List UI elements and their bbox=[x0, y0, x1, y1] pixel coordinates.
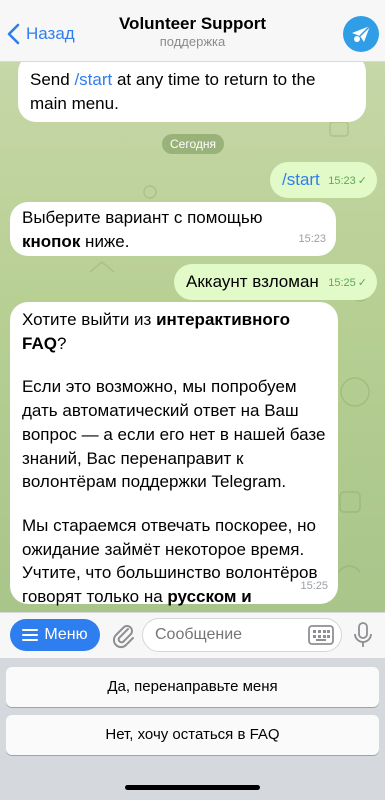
menu-lines-icon bbox=[22, 629, 39, 641]
message-paragraph: Мы стараемся отвечать поскорее, но ожида… bbox=[22, 514, 326, 612]
message-bold-text: кнопок bbox=[22, 232, 81, 251]
message-outgoing[interactable]: /start 15:23 ✓ bbox=[270, 162, 377, 198]
keyboard-button-redirect[interactable]: Да, перенаправьте меня bbox=[6, 667, 379, 707]
microphone-icon[interactable] bbox=[353, 621, 373, 649]
back-button[interactable]: Назад bbox=[6, 20, 75, 48]
command-link[interactable]: /start bbox=[74, 70, 112, 89]
message-time: 15:25 ✓ bbox=[328, 277, 367, 289]
message-time: 15:23 bbox=[298, 233, 326, 245]
message-time: 15:23 ✓ bbox=[328, 175, 367, 187]
message-text: /start bbox=[282, 170, 320, 189]
message-text: Send bbox=[30, 70, 75, 89]
double-check-icon: ✓ bbox=[357, 277, 367, 289]
chevron-left-icon bbox=[7, 23, 20, 45]
composer: Меню bbox=[0, 612, 385, 658]
back-label: Назад bbox=[26, 24, 75, 43]
message-incoming[interactable]: Выберите вариант с помощью кнопок ниже. … bbox=[10, 202, 336, 256]
paperclip-icon[interactable] bbox=[110, 621, 136, 649]
keyboard-button-stay[interactable]: Нет, хочу остаться в FAQ bbox=[6, 715, 379, 755]
message-text: ниже. bbox=[80, 232, 130, 251]
menu-button[interactable]: Меню bbox=[10, 619, 100, 651]
paper-plane-avatar-icon bbox=[352, 25, 371, 42]
message-text: Выберите вариант с помощью bbox=[22, 208, 263, 227]
avatar[interactable] bbox=[343, 16, 379, 52]
chat-title: Volunteer Support bbox=[118, 14, 266, 33]
chat-area[interactable]: Send /start at any time to return to the… bbox=[0, 62, 385, 612]
chat-header: Назад Volunteer Support поддержка bbox=[0, 0, 385, 62]
message-time: 15:25 bbox=[300, 580, 328, 593]
chat-title-block[interactable]: Volunteer Support поддержка bbox=[90, 14, 295, 50]
double-check-icon: ✓ bbox=[357, 175, 367, 187]
home-indicator bbox=[125, 785, 260, 790]
message-paragraph: Хотите выйти из интерактивного FAQ? bbox=[22, 310, 291, 353]
chat-subtitle: поддержка bbox=[159, 34, 226, 49]
keyboard-icon[interactable] bbox=[308, 624, 334, 646]
message-paragraph: Если это возможно, мы попробуем дать авт… bbox=[22, 377, 326, 492]
message-incoming[interactable]: Send /start at any time to return to the… bbox=[18, 62, 366, 122]
message-incoming[interactable]: Хотите выйти из интерактивного FAQ? Если… bbox=[10, 302, 338, 612]
menu-label: Меню bbox=[44, 626, 88, 643]
date-divider: Сегодня bbox=[162, 134, 224, 154]
reply-keyboard: Да, перенаправьте меня Нет, хочу остатьс… bbox=[0, 658, 385, 800]
message-outgoing[interactable]: Аккаунт взломан 15:25 ✓ bbox=[174, 264, 377, 300]
message-text: Аккаунт взломан bbox=[186, 272, 319, 291]
